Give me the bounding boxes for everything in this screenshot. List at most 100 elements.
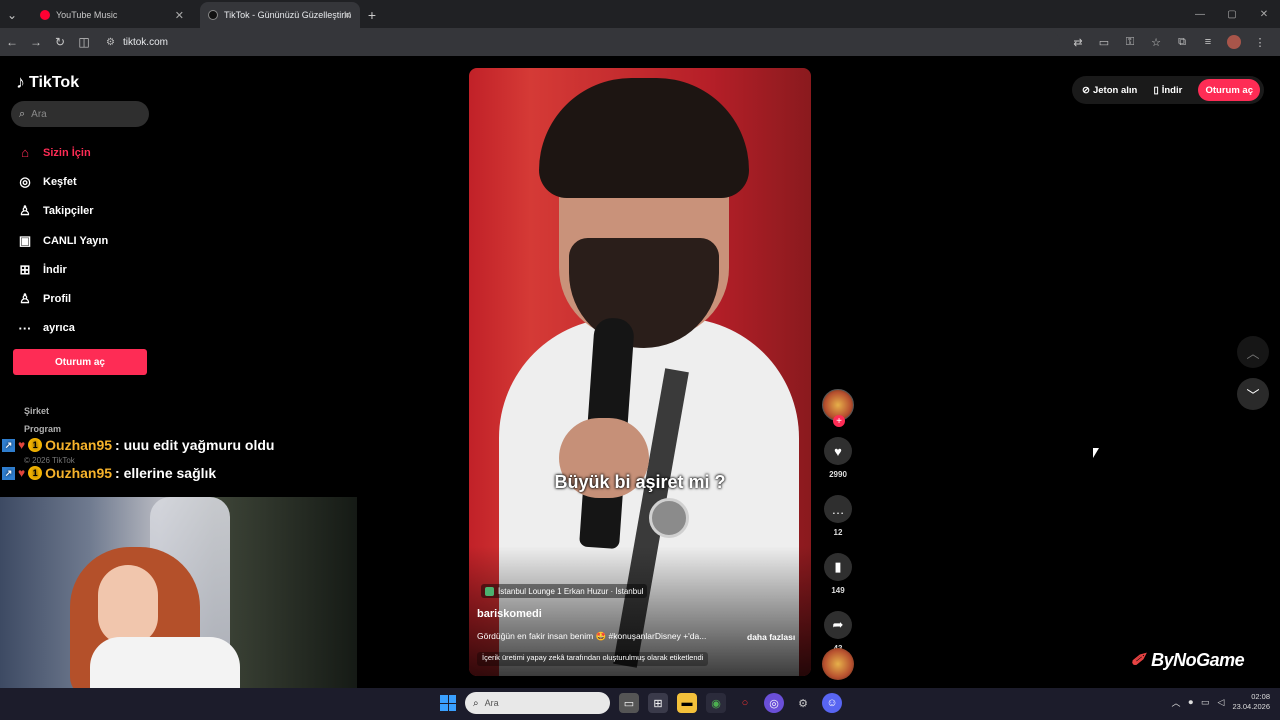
volume-icon[interactable]: ◁: [1218, 697, 1225, 708]
video-person-hair: [539, 78, 749, 198]
profile-avatar[interactable]: [1222, 30, 1246, 54]
rank-badge-icon: 1: [28, 466, 43, 480]
previous-video-button[interactable]: ︿: [1237, 336, 1269, 368]
next-video-button[interactable]: ﹀: [1237, 378, 1269, 410]
location-tag[interactable]: İstanbul Lounge 1 Erkan Huzur · İstanbul: [481, 584, 648, 598]
forward-icon[interactable]: →: [24, 30, 48, 54]
location-text: İstanbul Lounge 1 Erkan Huzur · İstanbul: [498, 586, 644, 596]
location-pin-icon: [485, 586, 494, 596]
chat-username: Ouzhan95: [45, 465, 113, 481]
see-more-link[interactable]: daha fazlası: [747, 632, 795, 642]
address-bar[interactable]: ⚙ tiktok.com: [100, 31, 1060, 53]
opera-icon[interactable]: ○: [735, 693, 755, 713]
video-author[interactable]: bariskomedi: [477, 608, 542, 620]
sidebar-item-profile[interactable]: ♙ Profil: [16, 284, 108, 313]
system-clock[interactable]: 02:08 23.04.2026: [1232, 692, 1270, 712]
microphone-icon[interactable]: ⏺: [1189, 697, 1194, 708]
sidebar-item-label: Takipçiler: [43, 205, 94, 218]
description-text: Gördüğün en fakir insan benim 🤩 #konuşan…: [477, 631, 707, 641]
minimize-icon[interactable]: —: [1184, 0, 1216, 28]
tiktok-note-icon: ♪: [16, 72, 25, 92]
sidebar-item-download[interactable]: ⊞ İndir: [16, 255, 108, 284]
media-controls-icon[interactable]: ≡: [1196, 30, 1220, 54]
download-app-button[interactable]: ▯ İndir: [1153, 85, 1182, 96]
maximize-icon[interactable]: ▢: [1216, 0, 1248, 28]
file-explorer-icon[interactable]: ▬: [677, 693, 697, 713]
more-icon: ···: [18, 320, 32, 336]
sidebar-item-more[interactable]: ··· ayrıca: [16, 314, 108, 343]
comment-count: 12: [833, 528, 843, 537]
store-icon[interactable]: ⊞: [648, 693, 668, 713]
stream-chat-overlay: ↗ ♥ 1 Ouzhan95 : uuu edit yağmuru oldu ↗…: [2, 431, 274, 487]
sidebar-item-label: ayrıca: [43, 322, 75, 335]
tray-overflow-icon[interactable]: ︿: [1171, 696, 1180, 709]
steam-icon[interactable]: ⚙: [793, 693, 813, 713]
tab-tiktok[interactable]: TikTok - Gününüzü Güzelleştirin ✕: [200, 2, 360, 28]
browser-toolbar: ← → ↻ ◫ ⚙ tiktok.com ⇄ ▭ ⚿ ☆ ⧉ ≡ ⋮: [0, 28, 1280, 56]
password-key-icon[interactable]: ⚿: [1118, 30, 1142, 54]
share-action[interactable]: ➦ 43: [820, 611, 856, 653]
footer-link-company[interactable]: Şirket: [24, 402, 61, 420]
clock-time: 02:08: [1251, 692, 1270, 701]
close-tab-icon[interactable]: ✕: [175, 9, 184, 22]
sidebar-login-button[interactable]: Oturum aç: [13, 349, 147, 375]
video-description: Gördüğün en fakir insan benim 🤩 #konuşan…: [477, 631, 803, 642]
close-tab-icon[interactable]: ✕: [343, 9, 352, 22]
taskbar-search[interactable]: ⌕ Ara: [465, 692, 610, 714]
back-icon[interactable]: ←: [0, 30, 24, 54]
discord-icon[interactable]: ☺: [822, 693, 842, 713]
save-action[interactable]: ▮ 149: [820, 553, 856, 595]
sidebar-item-following[interactable]: ♙ Takipçiler: [16, 197, 108, 226]
site-info-icon[interactable]: ⚙: [106, 37, 115, 48]
author-avatar[interactable]: +: [822, 389, 854, 427]
browser-app-icon[interactable]: ◎: [764, 693, 784, 713]
search-input[interactable]: ⌕ Ara: [11, 101, 149, 127]
like-action[interactable]: ♥ 2990: [820, 437, 856, 479]
ai-generated-label: İçerik üretimi yapay zekâ tarafından olu…: [477, 652, 709, 666]
reload-icon[interactable]: ↻: [48, 30, 72, 54]
chrome-icon[interactable]: ◉: [706, 693, 726, 713]
comment-action[interactable]: … 12: [820, 495, 856, 537]
live-tv-icon: ▣: [18, 232, 32, 248]
video-subtitle: Büyük bi aşiret mi ?: [554, 472, 726, 492]
youtube-music-icon: [40, 10, 50, 20]
heart-icon[interactable]: ♥: [824, 437, 852, 465]
music-disc-avatar[interactable]: [822, 648, 854, 680]
bookmark-star-icon[interactable]: ☆: [1144, 30, 1168, 54]
translate-icon[interactable]: ⇄: [1066, 30, 1090, 54]
follow-plus-icon[interactable]: +: [833, 415, 845, 427]
video-wristwatch: [649, 498, 689, 538]
network-icon[interactable]: ▭: [1201, 697, 1210, 708]
download-label: İndir: [1161, 84, 1183, 96]
clock-date: 23.04.2026: [1232, 702, 1270, 711]
video-player[interactable]: Büyük bi aşiret mi ? İstanbul Lounge 1 E…: [469, 68, 811, 676]
sidebar-item-live[interactable]: ▣ CANLI Yayın: [16, 226, 108, 255]
bookmark-icon[interactable]: ▮: [824, 553, 852, 581]
like-count: 2990: [829, 470, 847, 479]
home-icon: ⌂: [21, 145, 29, 161]
close-window-icon[interactable]: ✕: [1248, 0, 1280, 28]
windows-start-icon[interactable]: [440, 695, 456, 711]
comment-icon[interactable]: …: [824, 495, 852, 523]
chevron-down-icon: ﹀: [1246, 387, 1260, 403]
cast-icon[interactable]: ▭: [1092, 30, 1116, 54]
tab-list-icon[interactable]: ⌄: [0, 2, 24, 28]
sidebar-item-explore[interactable]: ◎ Keşfet: [16, 167, 108, 196]
sidebar-item-for-you[interactable]: ⌂ Sizin İçin: [16, 138, 108, 167]
get-coins-button[interactable]: ⊘ Jeton alın: [1082, 85, 1137, 96]
tab-youtube-music[interactable]: YouTube Music ✕: [32, 2, 192, 28]
login-button[interactable]: Oturum aç: [1198, 79, 1260, 101]
toolbar-actions: ⇄ ▭ ⚿ ☆ ⧉ ≡ ⋮: [1066, 30, 1272, 54]
share-icon[interactable]: ➦: [824, 611, 852, 639]
split-view-icon[interactable]: ◫: [72, 30, 96, 54]
menu-dots-icon[interactable]: ⋮: [1248, 30, 1272, 54]
sidebar-nav: ⌂ Sizin İçin ◎ Keşfet ♙ Takipçiler ▣ CAN…: [16, 138, 109, 343]
prime-badge-icon: ↗: [2, 466, 15, 480]
plus-icon[interactable]: +: [360, 2, 384, 28]
task-view-icon[interactable]: ▭: [619, 693, 639, 713]
phone-icon: ▯: [1153, 84, 1159, 96]
tiktok-logo[interactable]: ♪ TikTok: [16, 72, 79, 93]
mouse-cursor-icon: [1093, 448, 1099, 458]
search-icon: ⌕: [473, 697, 479, 709]
extensions-icon[interactable]: ⧉: [1170, 30, 1194, 54]
